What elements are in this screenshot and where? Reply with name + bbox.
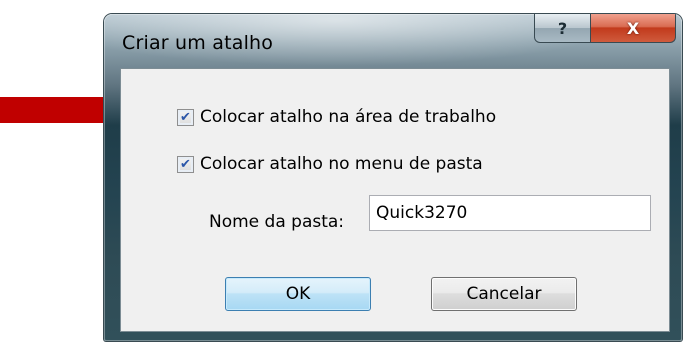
checkmark-icon: ✔ bbox=[180, 109, 191, 125]
dialog-title: Criar um atalho bbox=[122, 32, 274, 54]
folder-menu-shortcut-label: Colocar atalho no menu de pasta bbox=[200, 154, 483, 174]
cancel-button[interactable]: Cancelar bbox=[431, 277, 577, 311]
folder-name-label: Nome da pasta: bbox=[209, 212, 345, 232]
dialog-body: ✔ Colocar atalho na área de trabalho ✔ C… bbox=[120, 68, 670, 332]
folder-menu-shortcut-checkbox[interactable]: ✔ bbox=[177, 155, 194, 173]
desktop-shortcut-label: Colocar atalho na área de trabalho bbox=[200, 107, 497, 127]
folder-name-input[interactable] bbox=[369, 195, 651, 231]
help-icon: ? bbox=[557, 18, 568, 38]
shortcut-dialog: Criar um atalho ? X ✔ Colocar atalho na … bbox=[104, 14, 682, 341]
folder-menu-shortcut-option[interactable]: ✔ Colocar atalho no menu de pasta bbox=[177, 154, 483, 174]
desktop-shortcut-option[interactable]: ✔ Colocar atalho na área de trabalho bbox=[177, 107, 496, 127]
desktop-shortcut-checkbox[interactable]: ✔ bbox=[177, 108, 194, 126]
checkmark-icon: ✔ bbox=[180, 156, 191, 172]
close-button[interactable]: X bbox=[590, 14, 676, 43]
help-button[interactable]: ? bbox=[534, 14, 591, 43]
ok-button[interactable]: OK bbox=[225, 277, 371, 311]
close-icon: X bbox=[626, 18, 640, 38]
